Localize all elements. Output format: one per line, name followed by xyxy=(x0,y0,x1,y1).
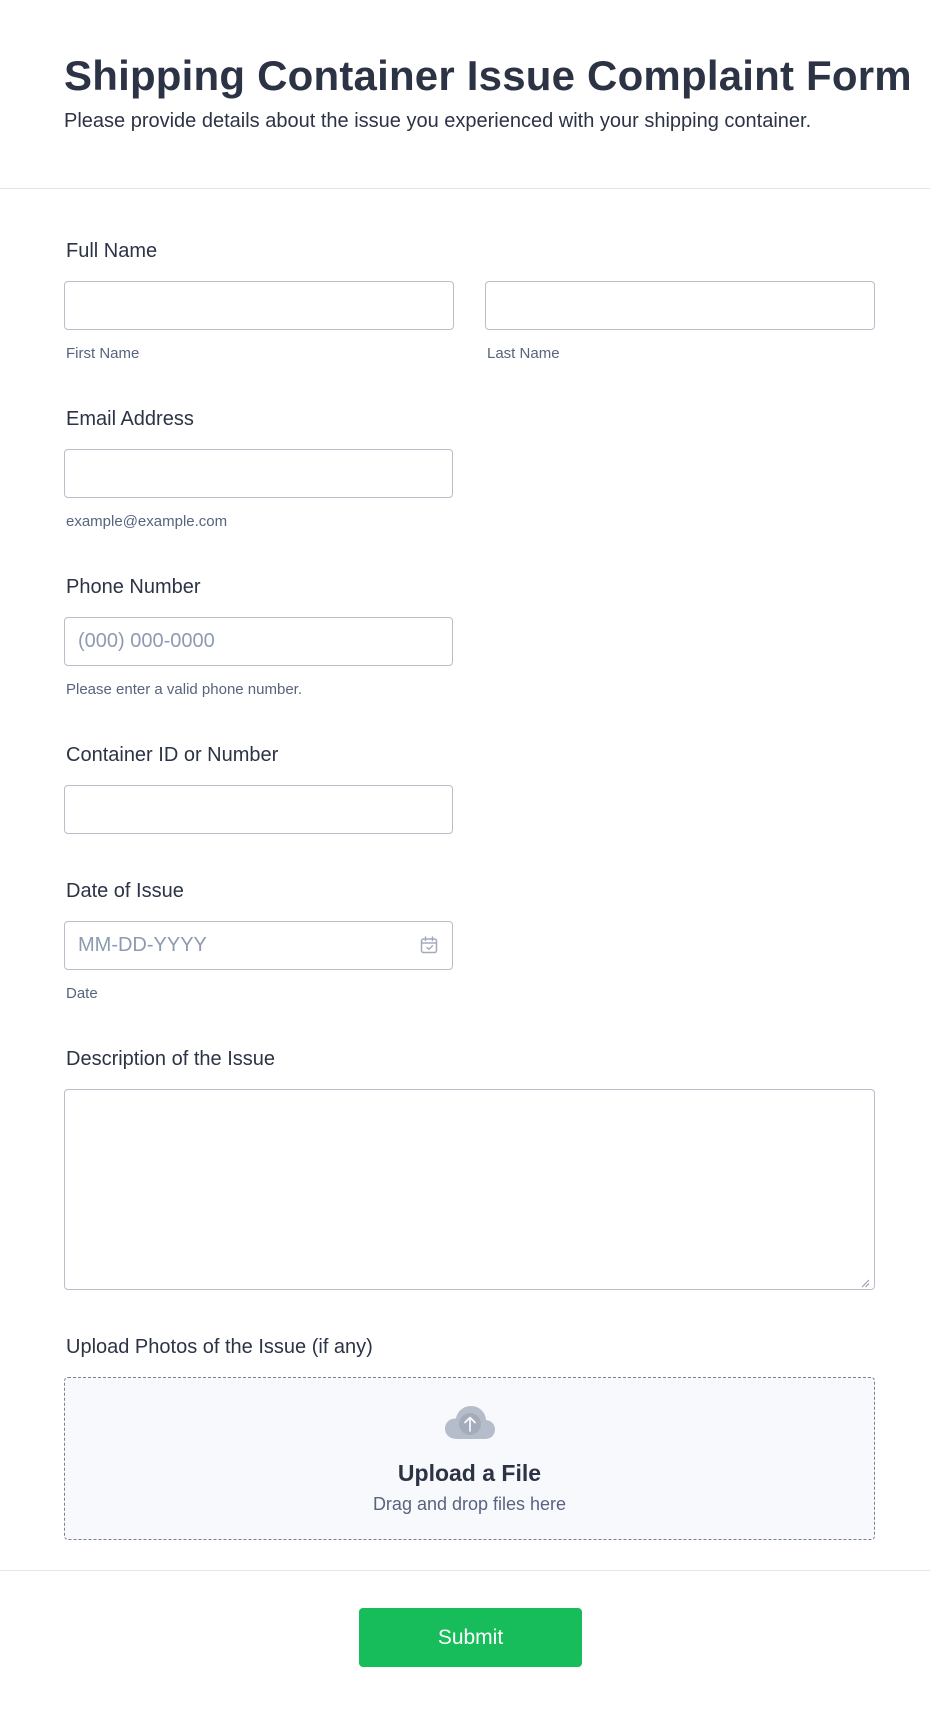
upload-label: Upload Photos of the Issue (if any) xyxy=(66,1336,373,1358)
upload-title: Upload a File xyxy=(397,1460,542,1486)
email-field[interactable] xyxy=(64,449,453,498)
submit-button[interactable]: Submit xyxy=(359,1608,582,1667)
first-name-input[interactable] xyxy=(64,281,454,330)
date-sublabel: Date xyxy=(66,985,98,1002)
phone-label: Phone Number xyxy=(66,576,201,598)
resize-handle-icon[interactable] xyxy=(860,1275,870,1288)
form-subtitle: Please provide details about the issue y… xyxy=(64,110,812,132)
upload-subtitle: Drag and drop files here xyxy=(372,1494,567,1514)
phone-sublabel: Please enter a valid phone number. xyxy=(66,681,302,698)
footer-divider xyxy=(0,1570,930,1571)
last-name-input[interactable] xyxy=(485,281,875,330)
container-label: Container ID or Number xyxy=(66,744,279,766)
description-label: Description of the Issue xyxy=(66,1048,275,1070)
last-name-sublabel: Last Name xyxy=(487,345,560,362)
cloud-upload-icon xyxy=(444,1404,496,1442)
form-card: Shipping Container Issue Complaint Form … xyxy=(0,0,930,1718)
form-title: Shipping Container Issue Complaint Form xyxy=(64,52,912,99)
date-label: Date of Issue xyxy=(66,880,184,902)
full-name-label: Full Name xyxy=(66,240,158,262)
file-upload-dropzone[interactable]: Upload a File Drag and drop files here xyxy=(64,1377,875,1540)
calendar-icon[interactable] xyxy=(419,935,439,955)
description-textarea[interactable] xyxy=(64,1089,875,1290)
date-input[interactable] xyxy=(64,921,453,970)
date-field xyxy=(64,921,453,970)
form-header: Shipping Container Issue Complaint Form … xyxy=(0,0,930,189)
container-id-input[interactable] xyxy=(64,785,453,834)
phone-input[interactable] xyxy=(64,617,453,666)
email-sublabel: example@example.com xyxy=(66,513,228,530)
first-name-sublabel: First Name xyxy=(66,345,140,362)
email-label: Email Address xyxy=(66,408,194,430)
